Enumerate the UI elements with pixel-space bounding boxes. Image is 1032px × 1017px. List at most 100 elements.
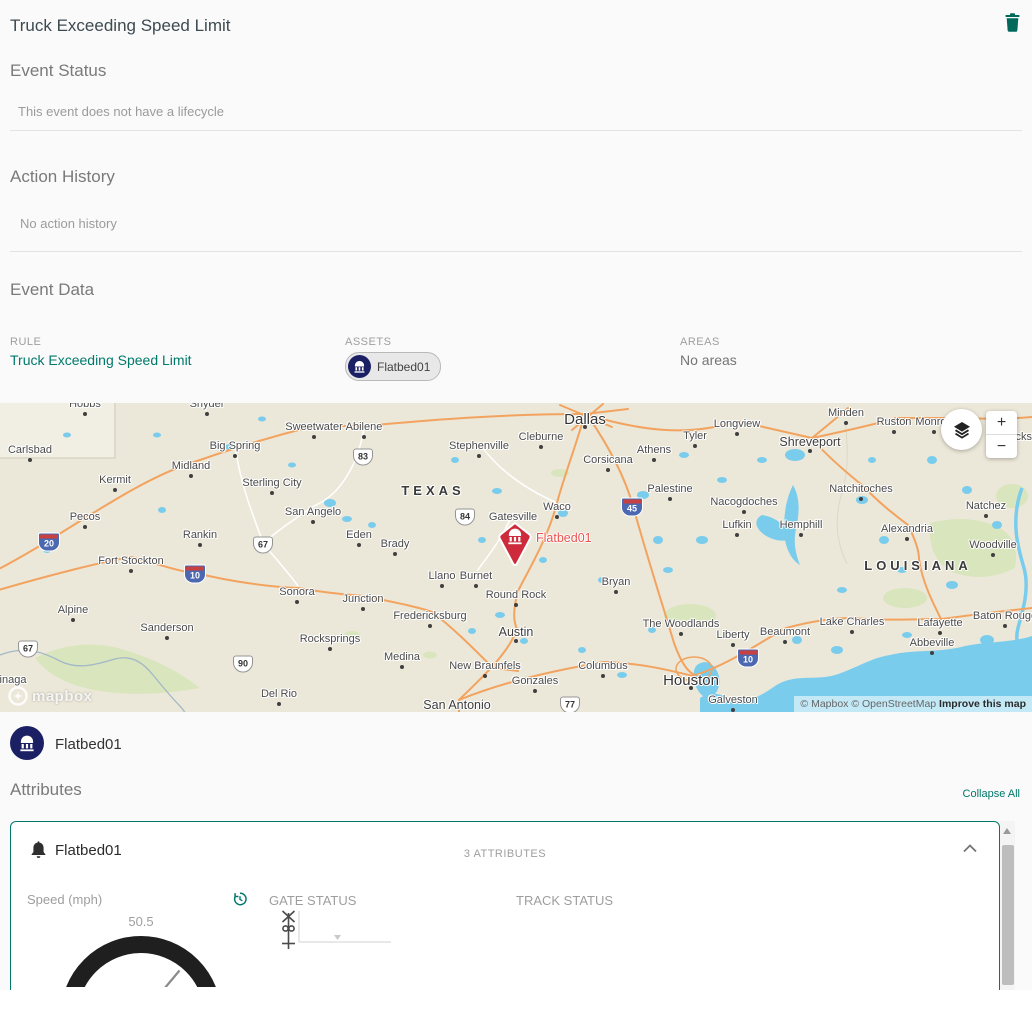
- map-label: Beaumont: [760, 626, 810, 638]
- map-town-dot: [668, 497, 672, 501]
- map-label: The Woodlands: [643, 618, 720, 630]
- map-town-dot: [892, 430, 896, 434]
- map-layers-button[interactable]: [941, 409, 982, 450]
- scrollbar[interactable]: [1000, 821, 1015, 990]
- scrollbar-up-button[interactable]: [1000, 825, 1015, 837]
- map-label: Carlsbad: [8, 444, 52, 456]
- map-town-dot: [129, 569, 133, 573]
- map-town-dot: [799, 533, 803, 537]
- gauge-value: 50.5: [128, 914, 153, 929]
- map-town-dot: [277, 702, 281, 706]
- map-town-dot: [614, 590, 618, 594]
- map-label: Abbeville: [910, 637, 955, 649]
- map-town-dot: [189, 474, 193, 478]
- history-icon[interactable]: [232, 891, 248, 907]
- map-town-dot: [270, 491, 274, 495]
- railroad-crossing-icon: [281, 910, 297, 952]
- map-label: Midland: [172, 460, 211, 472]
- map-label: Corsicana: [583, 454, 633, 466]
- map-town-dot: [735, 432, 739, 436]
- map-label: Natchitoches: [829, 483, 893, 495]
- map-town-dot: [606, 468, 610, 472]
- map-town-dot: [83, 412, 87, 416]
- map-town-dot: [311, 520, 315, 524]
- map-town-dot: [533, 689, 537, 693]
- map-label: Ruston: [877, 416, 912, 428]
- collapse-all-link[interactable]: Collapse All: [963, 788, 1020, 800]
- us-route-shield: 77: [560, 697, 580, 713]
- map-town-dot: [731, 643, 735, 647]
- map-label: Longview: [714, 418, 760, 430]
- mapbox-logo[interactable]: mapbox: [8, 686, 93, 706]
- map-town-dot: [742, 510, 746, 514]
- areas-value: No areas: [680, 352, 737, 368]
- zoom-out-button[interactable]: −: [986, 435, 1017, 458]
- page-title: Truck Exceeding Speed Limit: [10, 16, 230, 36]
- map-label: Minden: [828, 407, 864, 419]
- mapbox-logo-word: mapbox: [32, 688, 93, 705]
- map-town-dot: [328, 647, 332, 651]
- map-town-dot: [113, 488, 117, 492]
- map-town-dot: [991, 553, 995, 557]
- trash-icon: [1005, 13, 1020, 32]
- map-label: Liberty: [716, 629, 749, 641]
- map-town-dot: [393, 552, 397, 556]
- interstate-shield: 45: [621, 498, 643, 517]
- improve-map-link[interactable]: Improve this map: [939, 698, 1026, 710]
- map-label: Austin: [499, 625, 534, 639]
- map-label: inaga: [0, 674, 26, 686]
- zoom-in-button[interactable]: +: [986, 411, 1017, 434]
- map-town-dot: [28, 458, 32, 462]
- map-label: Columbus: [578, 660, 628, 672]
- delete-event-button[interactable]: [1005, 13, 1020, 37]
- map-town-dot: [483, 674, 487, 678]
- map-town-dot: [71, 618, 75, 622]
- map[interactable]: CarlsbadHobbsSnyderSweetwaterAbileneBig …: [0, 403, 1032, 712]
- map-label: Rocksprings: [300, 633, 361, 645]
- map-label: Big Spring: [210, 440, 261, 452]
- marker-pin-icon: [497, 521, 533, 567]
- attribute-name-gate-status: GATE STATUS: [269, 893, 356, 908]
- rule-link[interactable]: Truck Exceeding Speed Limit: [10, 352, 192, 368]
- map-town-dot: [361, 607, 365, 611]
- map-zoom-control: + −: [986, 411, 1017, 458]
- map-label: Sonora: [279, 586, 314, 598]
- areas-label: AREAS: [680, 336, 720, 348]
- asset-chip[interactable]: Flatbed01: [345, 352, 441, 381]
- speed-gauge: [56, 931, 226, 987]
- map-label: Snyder: [190, 403, 225, 410]
- map-town-dot: [905, 537, 909, 541]
- scrollbar-thumb[interactable]: [1002, 845, 1014, 985]
- map-label: San Angelo: [285, 506, 341, 518]
- bell-icon: [30, 841, 47, 860]
- map-label: Rankin: [183, 529, 217, 541]
- map-town-dot: [859, 497, 863, 501]
- chevron-up-icon[interactable]: [963, 844, 977, 853]
- divider: [10, 130, 1022, 131]
- map-label: Lake Charles: [820, 616, 885, 628]
- map-town-dot: [198, 543, 202, 547]
- map-town-dot: [428, 624, 432, 628]
- map-town-dot: [555, 515, 559, 519]
- map-town-dot: [783, 640, 787, 644]
- map-label: Alexandria: [881, 523, 933, 535]
- map-town-dot: [400, 665, 404, 669]
- rule-label: RULE: [10, 336, 41, 348]
- map-label: San Antonio: [423, 698, 490, 712]
- attribute-name-speed: Speed (mph): [27, 892, 102, 907]
- attributes-card-header[interactable]: Flatbed01 3 ATTRIBUTES: [11, 822, 999, 878]
- event-detail-panel: Truck Exceeding Speed Limit Event Status…: [0, 0, 1032, 990]
- map-town-dot: [514, 639, 518, 643]
- map-town-dot: [362, 435, 366, 439]
- asset-map-marker[interactable]: [497, 521, 533, 572]
- map-town-dot: [357, 543, 361, 547]
- map-label: Del Rio: [261, 688, 297, 700]
- map-town-dot: [679, 632, 683, 636]
- map-town-dot: [930, 651, 934, 655]
- map-town-dot: [295, 600, 299, 604]
- map-town-dot: [440, 584, 444, 588]
- map-label: Abilene: [346, 421, 383, 433]
- map-town-dot: [652, 458, 656, 462]
- map-town-dot: [205, 412, 209, 416]
- map-label: Alpine: [58, 604, 89, 616]
